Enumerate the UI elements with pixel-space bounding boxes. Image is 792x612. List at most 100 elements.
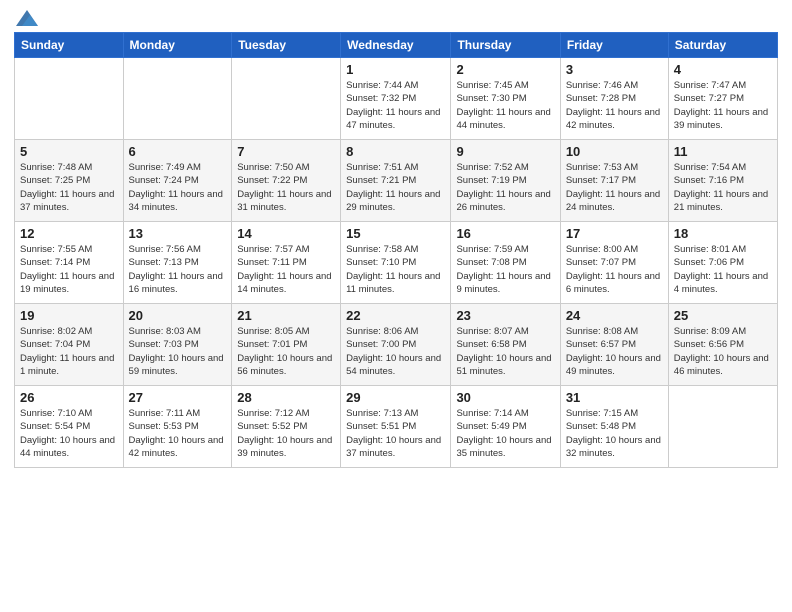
day-info: Sunrise: 8:08 AM Sunset: 6:57 PM Dayligh… — [566, 325, 663, 378]
day-info: Sunrise: 8:03 AM Sunset: 7:03 PM Dayligh… — [129, 325, 227, 378]
day-number: 17 — [566, 226, 663, 241]
weekday-header-friday: Friday — [560, 33, 668, 58]
calendar-cell: 28Sunrise: 7:12 AM Sunset: 5:52 PM Dayli… — [232, 386, 341, 468]
day-info: Sunrise: 7:48 AM Sunset: 7:25 PM Dayligh… — [20, 161, 118, 214]
day-info: Sunrise: 7:13 AM Sunset: 5:51 PM Dayligh… — [346, 407, 445, 460]
day-info: Sunrise: 7:55 AM Sunset: 7:14 PM Dayligh… — [20, 243, 118, 296]
calendar-week-3: 19 Sunrise: 8:02 AM Sunset: 7:04 PM Dayli… — [15, 304, 778, 386]
day-info: Sunrise: 7:56 AM Sunset: 7:13 PM Dayligh… — [129, 243, 227, 296]
calendar-cell: 31 Sunrise: 7:15 AM Sunset: 5:48 PM Dayli… — [560, 386, 668, 468]
calendar-cell: 11Sunrise: 7:54 AM Sunset: 7:16 PM Dayli… — [668, 140, 777, 222]
day-number: 12 — [20, 226, 118, 241]
day-number: 16 — [456, 226, 554, 241]
day-info: Sunrise: 7:58 AM Sunset: 7:10 PM Dayligh… — [346, 243, 445, 296]
calendar-cell: 12 Sunrise: 7:55 AM Sunset: 7:14 PM Dayli… — [15, 222, 124, 304]
day-info: Sunrise: 8:02 AM Sunset: 7:04 PM Dayligh… — [20, 325, 118, 378]
day-number: 6 — [129, 144, 227, 159]
day-number: 23 — [456, 308, 554, 323]
calendar-cell: 6 Sunrise: 7:49 AM Sunset: 7:24 PM Daylig… — [123, 140, 232, 222]
day-number: 19 — [20, 308, 118, 323]
calendar-week-2: 12 Sunrise: 7:55 AM Sunset: 7:14 PM Dayli… — [15, 222, 778, 304]
day-info: Sunrise: 7:15 AM Sunset: 5:48 PM Dayligh… — [566, 407, 663, 460]
calendar-cell: 23 Sunrise: 8:07 AM Sunset: 6:58 PM Dayli… — [451, 304, 560, 386]
day-info: Sunrise: 7:47 AM Sunset: 7:27 PM Dayligh… — [674, 79, 772, 132]
day-info: Sunrise: 7:52 AM Sunset: 7:19 PM Dayligh… — [456, 161, 554, 214]
calendar-cell: 9Sunrise: 7:52 AM Sunset: 7:19 PM Daylig… — [451, 140, 560, 222]
day-info: Sunrise: 7:14 AM Sunset: 5:49 PM Dayligh… — [456, 407, 554, 460]
day-info: Sunrise: 7:49 AM Sunset: 7:24 PM Dayligh… — [129, 161, 227, 214]
day-number: 10 — [566, 144, 663, 159]
day-info: Sunrise: 7:53 AM Sunset: 7:17 PM Dayligh… — [566, 161, 663, 214]
calendar-cell: 1 Sunrise: 7:44 AM Sunset: 7:32 PM Daylig… — [341, 58, 451, 140]
calendar-cell: 21 Sunrise: 8:05 AM Sunset: 7:01 PM Dayli… — [232, 304, 341, 386]
day-number: 29 — [346, 390, 445, 405]
day-info: Sunrise: 7:46 AM Sunset: 7:28 PM Dayligh… — [566, 79, 663, 132]
day-number: 14 — [237, 226, 335, 241]
calendar-header-row: SundayMondayTuesdayWednesdayThursdayFrid… — [15, 33, 778, 58]
calendar-cell: 8 Sunrise: 7:51 AM Sunset: 7:21 PM Daylig… — [341, 140, 451, 222]
calendar-cell: 24 Sunrise: 8:08 AM Sunset: 6:57 PM Dayli… — [560, 304, 668, 386]
weekday-header-tuesday: Tuesday — [232, 33, 341, 58]
weekday-header-thursday: Thursday — [451, 33, 560, 58]
calendar-cell — [123, 58, 232, 140]
day-number: 13 — [129, 226, 227, 241]
logo — [14, 10, 38, 26]
calendar-cell: 25 Sunrise: 8:09 AM Sunset: 6:56 PM Dayli… — [668, 304, 777, 386]
day-number: 20 — [129, 308, 227, 323]
day-number: 28 — [237, 390, 335, 405]
calendar-cell: 26Sunrise: 7:10 AM Sunset: 5:54 PM Dayli… — [15, 386, 124, 468]
day-number: 30 — [456, 390, 554, 405]
calendar-cell: 30 Sunrise: 7:14 AM Sunset: 5:49 PM Dayli… — [451, 386, 560, 468]
day-info: Sunrise: 7:59 AM Sunset: 7:08 PM Dayligh… — [456, 243, 554, 296]
day-number: 15 — [346, 226, 445, 241]
calendar-cell: 4Sunrise: 7:47 AM Sunset: 7:27 PM Daylig… — [668, 58, 777, 140]
day-info: Sunrise: 7:50 AM Sunset: 7:22 PM Dayligh… — [237, 161, 335, 214]
day-info: Sunrise: 8:06 AM Sunset: 7:00 PM Dayligh… — [346, 325, 445, 378]
calendar-cell: 18Sunrise: 8:01 AM Sunset: 7:06 PM Dayli… — [668, 222, 777, 304]
calendar-body: 1 Sunrise: 7:44 AM Sunset: 7:32 PM Daylig… — [15, 58, 778, 468]
day-number: 11 — [674, 144, 772, 159]
day-number: 27 — [129, 390, 227, 405]
calendar-cell: 19 Sunrise: 8:02 AM Sunset: 7:04 PM Dayli… — [15, 304, 124, 386]
day-info: Sunrise: 8:05 AM Sunset: 7:01 PM Dayligh… — [237, 325, 335, 378]
calendar-cell — [15, 58, 124, 140]
day-info: Sunrise: 7:44 AM Sunset: 7:32 PM Dayligh… — [346, 79, 445, 132]
calendar-cell: 15 Sunrise: 7:58 AM Sunset: 7:10 PM Dayli… — [341, 222, 451, 304]
calendar-cell: 3Sunrise: 7:46 AM Sunset: 7:28 PM Daylig… — [560, 58, 668, 140]
calendar-cell: 10 Sunrise: 7:53 AM Sunset: 7:17 PM Dayli… — [560, 140, 668, 222]
calendar-cell: 27 Sunrise: 7:11 AM Sunset: 5:53 PM Dayli… — [123, 386, 232, 468]
day-number: 8 — [346, 144, 445, 159]
calendar-cell: 2 Sunrise: 7:45 AM Sunset: 7:30 PM Daylig… — [451, 58, 560, 140]
calendar-cell: 22Sunrise: 8:06 AM Sunset: 7:00 PM Dayli… — [341, 304, 451, 386]
calendar-week-1: 5 Sunrise: 7:48 AM Sunset: 7:25 PM Daylig… — [15, 140, 778, 222]
day-info: Sunrise: 7:51 AM Sunset: 7:21 PM Dayligh… — [346, 161, 445, 214]
day-info: Sunrise: 7:11 AM Sunset: 5:53 PM Dayligh… — [129, 407, 227, 460]
day-number: 24 — [566, 308, 663, 323]
day-info: Sunrise: 8:00 AM Sunset: 7:07 PM Dayligh… — [566, 243, 663, 296]
weekday-header-monday: Monday — [123, 33, 232, 58]
day-info: Sunrise: 8:09 AM Sunset: 6:56 PM Dayligh… — [674, 325, 772, 378]
weekday-header-saturday: Saturday — [668, 33, 777, 58]
calendar-cell: 17 Sunrise: 8:00 AM Sunset: 7:07 PM Dayli… — [560, 222, 668, 304]
calendar-cell: 7 Sunrise: 7:50 AM Sunset: 7:22 PM Daylig… — [232, 140, 341, 222]
calendar-cell — [232, 58, 341, 140]
day-info: Sunrise: 7:45 AM Sunset: 7:30 PM Dayligh… — [456, 79, 554, 132]
day-info: Sunrise: 8:01 AM Sunset: 7:06 PM Dayligh… — [674, 243, 772, 296]
day-number: 31 — [566, 390, 663, 405]
day-info: Sunrise: 8:07 AM Sunset: 6:58 PM Dayligh… — [456, 325, 554, 378]
calendar-cell: 20 Sunrise: 8:03 AM Sunset: 7:03 PM Dayli… — [123, 304, 232, 386]
calendar-week-0: 1 Sunrise: 7:44 AM Sunset: 7:32 PM Daylig… — [15, 58, 778, 140]
calendar-cell: 13 Sunrise: 7:56 AM Sunset: 7:13 PM Dayli… — [123, 222, 232, 304]
day-number: 5 — [20, 144, 118, 159]
calendar-table: SundayMondayTuesdayWednesdayThursdayFrid… — [14, 32, 778, 468]
day-number: 1 — [346, 62, 445, 77]
calendar-week-4: 26Sunrise: 7:10 AM Sunset: 5:54 PM Dayli… — [15, 386, 778, 468]
logo-icon — [16, 10, 38, 26]
weekday-header-sunday: Sunday — [15, 33, 124, 58]
page-header — [14, 10, 778, 26]
day-number: 25 — [674, 308, 772, 323]
weekday-header-wednesday: Wednesday — [341, 33, 451, 58]
day-number: 2 — [456, 62, 554, 77]
day-number: 21 — [237, 308, 335, 323]
day-number: 7 — [237, 144, 335, 159]
